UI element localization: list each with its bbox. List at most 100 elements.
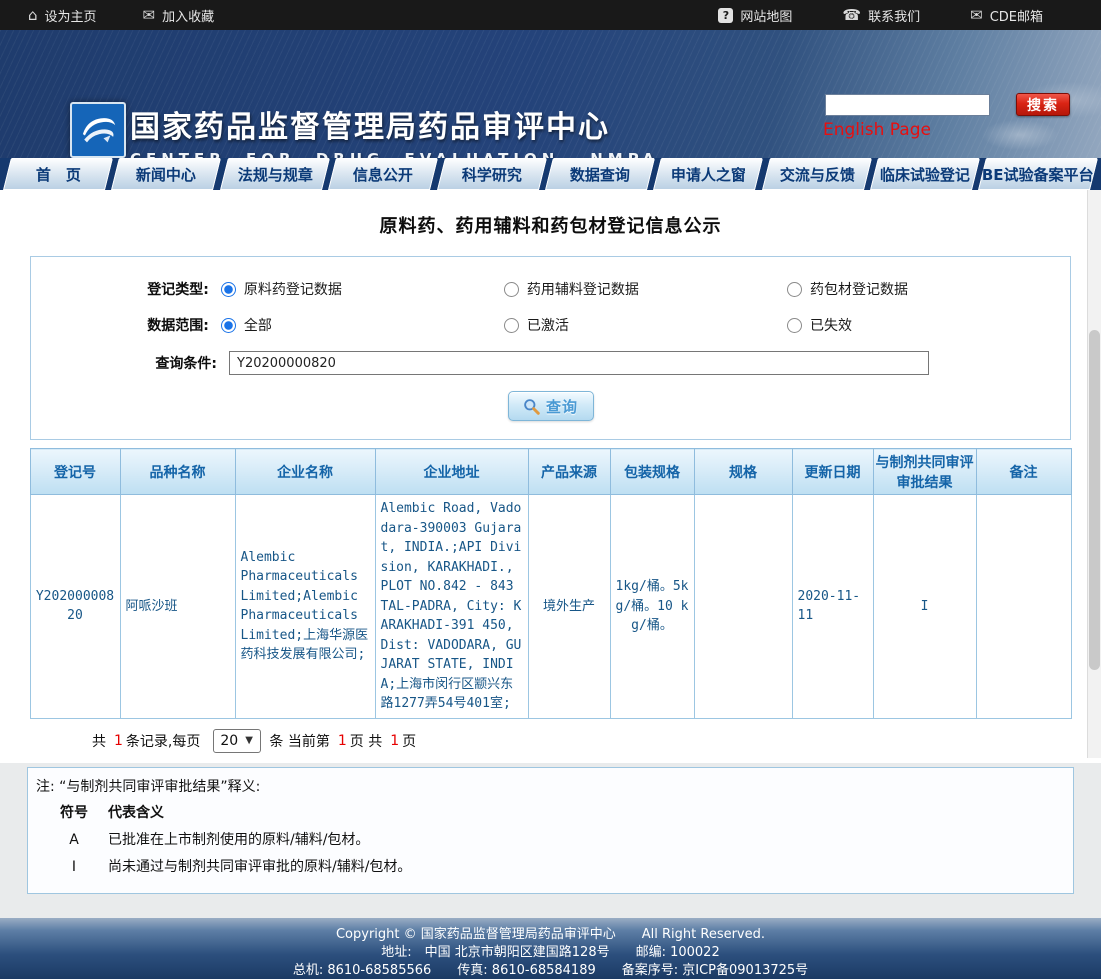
page-size-select[interactable]: 20 ▼ [213, 729, 261, 753]
header-review-result: 与制剂共同审评审批结果 [873, 449, 976, 495]
company-address-cell: Alembic Road, Vadodara-390003 Gujarat, I… [375, 495, 528, 719]
sitemap-label: 网站地图 [740, 6, 792, 25]
radio-option-excipient[interactable]: 药用辅料登记数据 [504, 279, 787, 299]
notes-meaning-a: 已批准在上市制剂使用的原料/辅料/包材。 [108, 827, 369, 854]
header-spec: 规格 [694, 449, 792, 495]
nav-tab-info-disclosure[interactable]: 信息公开 [328, 158, 438, 190]
question-icon: ? [718, 8, 733, 23]
add-favorite-link[interactable]: ✉ 加入收藏 [143, 6, 215, 25]
brand-block: 国家药品监督管理局药品审评中心 CENTER FOR DRUG EVALUATI… [130, 102, 659, 158]
radio-option-activated[interactable]: 已激活 [504, 315, 787, 335]
notes-header-row: 符号 代表含义 [36, 800, 1063, 827]
site-search-button[interactable]: 搜索 [1016, 93, 1070, 116]
notes-meaning-i: 尚未通过与制剂共同审评审批的原料/辅料/包材。 [108, 854, 411, 881]
contact-link[interactable]: ☎ 联系我们 [842, 6, 920, 25]
current-page: 1 [338, 733, 347, 749]
radio-raw-material-selected[interactable] [221, 282, 236, 297]
update-date-cell: 2020-11-11 [792, 495, 873, 719]
main-nav: 首 页 新闻中心 法规与规章 信息公开 科学研究 数据查询 申请人之窗 交流与反… [0, 158, 1101, 190]
query-form: 登记类型: 原料药登记数据 药用辅料登记数据 药包材登记数据 数据范围: 全部 [30, 256, 1071, 440]
spec-cell [694, 495, 792, 719]
radio-option-expired[interactable]: 已失效 [787, 315, 1070, 335]
form-row-query: 查询条件: [31, 351, 1070, 375]
footer-copyright: Copyright © 国家药品监督管理局药品审评中心 All Right Re… [0, 926, 1101, 944]
results-table: 登记号 品种名称 企业名称 企业地址 产品来源 包装规格 规格 更新日期 与制剂… [30, 448, 1072, 719]
product-source-cell: 境外生产 [528, 495, 610, 719]
query-condition-label: 查询条件: [31, 353, 229, 373]
nav-tab-news[interactable]: 新闻中心 [111, 158, 221, 190]
notes-col-meaning: 代表含义 [108, 800, 164, 827]
radio-excipient[interactable] [504, 282, 519, 297]
logo-block: NMPA CDE [60, 102, 136, 158]
review-result-cell: I [873, 495, 976, 719]
site-search-input[interactable] [825, 94, 990, 116]
radio-all-selected[interactable] [221, 318, 236, 333]
table-header-row: 登记号 品种名称 企业名称 企业地址 产品来源 包装规格 规格 更新日期 与制剂… [30, 449, 1071, 495]
radio-option-raw-material[interactable]: 原料药登记数据 [221, 279, 504, 299]
mail-icon: ✉ [970, 8, 983, 23]
pagination: 共 1 条记录,每页 20 ▼ 条 当前第 1 页 共 1 页 [92, 729, 1101, 753]
form-button-row: 查询 [31, 391, 1070, 421]
scope-label: 数据范围: [31, 315, 221, 335]
vertical-scrollbar[interactable] [1087, 190, 1101, 758]
notes-row-a: A 已批准在上市制剂使用的原料/辅料/包材。 [36, 827, 1063, 854]
query-search-button[interactable]: 查询 [508, 391, 594, 421]
nav-tab-be-platform[interactable]: BE试验备案平台 [978, 158, 1098, 190]
cde-mail-link[interactable]: ✉ CDE邮箱 [970, 6, 1043, 25]
topbar-right-group: ? 网站地图 ☎ 联系我们 ✉ CDE邮箱 [718, 6, 1043, 25]
radio-activated[interactable] [504, 318, 519, 333]
set-home-link[interactable]: ⌂ 设为主页 [28, 6, 97, 25]
nav-tab-data-query[interactable]: 数据查询 [545, 158, 655, 190]
header-company-name: 企业名称 [235, 449, 375, 495]
total-pages: 1 [390, 733, 399, 749]
radio-packaging[interactable] [787, 282, 802, 297]
cde-logo[interactable] [70, 102, 126, 158]
set-home-label: 设为主页 [45, 6, 97, 25]
cde-mail-label: CDE邮箱 [990, 6, 1043, 25]
notes-row-i: I 尚未通过与制剂共同审评审批的原料/辅料/包材。 [36, 854, 1063, 881]
site-title-en: CENTER FOR DRUG EVALUATION, NMPA [130, 150, 659, 158]
footer-address: 地址: 中国 北京市朝阳区建国路128号 邮编: 100022 [0, 944, 1101, 962]
page-title: 原料药、药用辅料和药包材登记信息公示 [0, 190, 1101, 238]
unit-text: 条 当前第 [269, 731, 329, 751]
query-condition-input[interactable] [229, 351, 929, 375]
header-reg-number: 登记号 [30, 449, 120, 495]
cde-logo-swoosh [76, 108, 120, 152]
header-product-name: 品种名称 [120, 449, 235, 495]
site-header: NMPA CDE 国家药品监督管理局药品审评中心 CENTER FOR DRUG… [0, 30, 1101, 158]
english-page-link[interactable]: English Page [823, 120, 931, 140]
header-product-source: 产品来源 [528, 449, 610, 495]
notes-title: 注: “与制剂共同审评审批结果”释义: [36, 774, 1063, 800]
header-remark: 备注 [976, 449, 1071, 495]
sitemap-link[interactable]: ? 网站地图 [718, 6, 792, 25]
lower-band: 注: “与制剂共同审评审批结果”释义: 符号 代表含义 A 已批准在上市制剂使用… [0, 763, 1101, 918]
radio-option-packaging[interactable]: 药包材登记数据 [787, 279, 1070, 299]
nav-tab-applicant-window[interactable]: 申请人之窗 [653, 158, 763, 190]
form-row-type: 登记类型: 原料药登记数据 药用辅料登记数据 药包材登记数据 [31, 279, 1070, 299]
notes-symbol-a: A [52, 827, 96, 854]
scrollbar-thumb[interactable] [1089, 330, 1100, 670]
site-title-cn: 国家药品监督管理局药品审评中心 [130, 102, 659, 146]
nav-tab-home[interactable]: 首 页 [3, 158, 113, 190]
header-update-date: 更新日期 [792, 449, 873, 495]
nav-tab-science[interactable]: 科学研究 [437, 158, 547, 190]
nav-tab-clinical-trial[interactable]: 临床试验登记 [870, 158, 980, 190]
header-package-spec: 包装规格 [610, 449, 694, 495]
remark-cell [976, 495, 1071, 719]
magnifier-icon [523, 398, 540, 415]
add-favorite-label: 加入收藏 [162, 6, 214, 25]
records-text: 条记录,每页 [126, 731, 200, 751]
pages-text: 页 [402, 731, 416, 751]
nav-tab-regulations[interactable]: 法规与规章 [220, 158, 330, 190]
nav-tab-communication[interactable]: 交流与反馈 [762, 158, 872, 190]
radio-option-all[interactable]: 全部 [221, 315, 504, 335]
page-footer: Copyright © 国家药品监督管理局药品审评中心 All Right Re… [0, 918, 1101, 979]
company-name-cell: Alembic Pharmaceuticals Limited;Alembic … [235, 495, 375, 719]
phone-icon: ☎ [842, 8, 861, 23]
home-icon: ⌂ [28, 8, 38, 23]
radio-expired[interactable] [787, 318, 802, 333]
header-search-area: 搜索 [825, 93, 1070, 116]
form-row-scope: 数据范围: 全部 已激活 已失效 [31, 315, 1070, 335]
reg-number-cell: Y20200000820 [30, 495, 120, 719]
product-name-cell: 阿哌沙班 [120, 495, 235, 719]
